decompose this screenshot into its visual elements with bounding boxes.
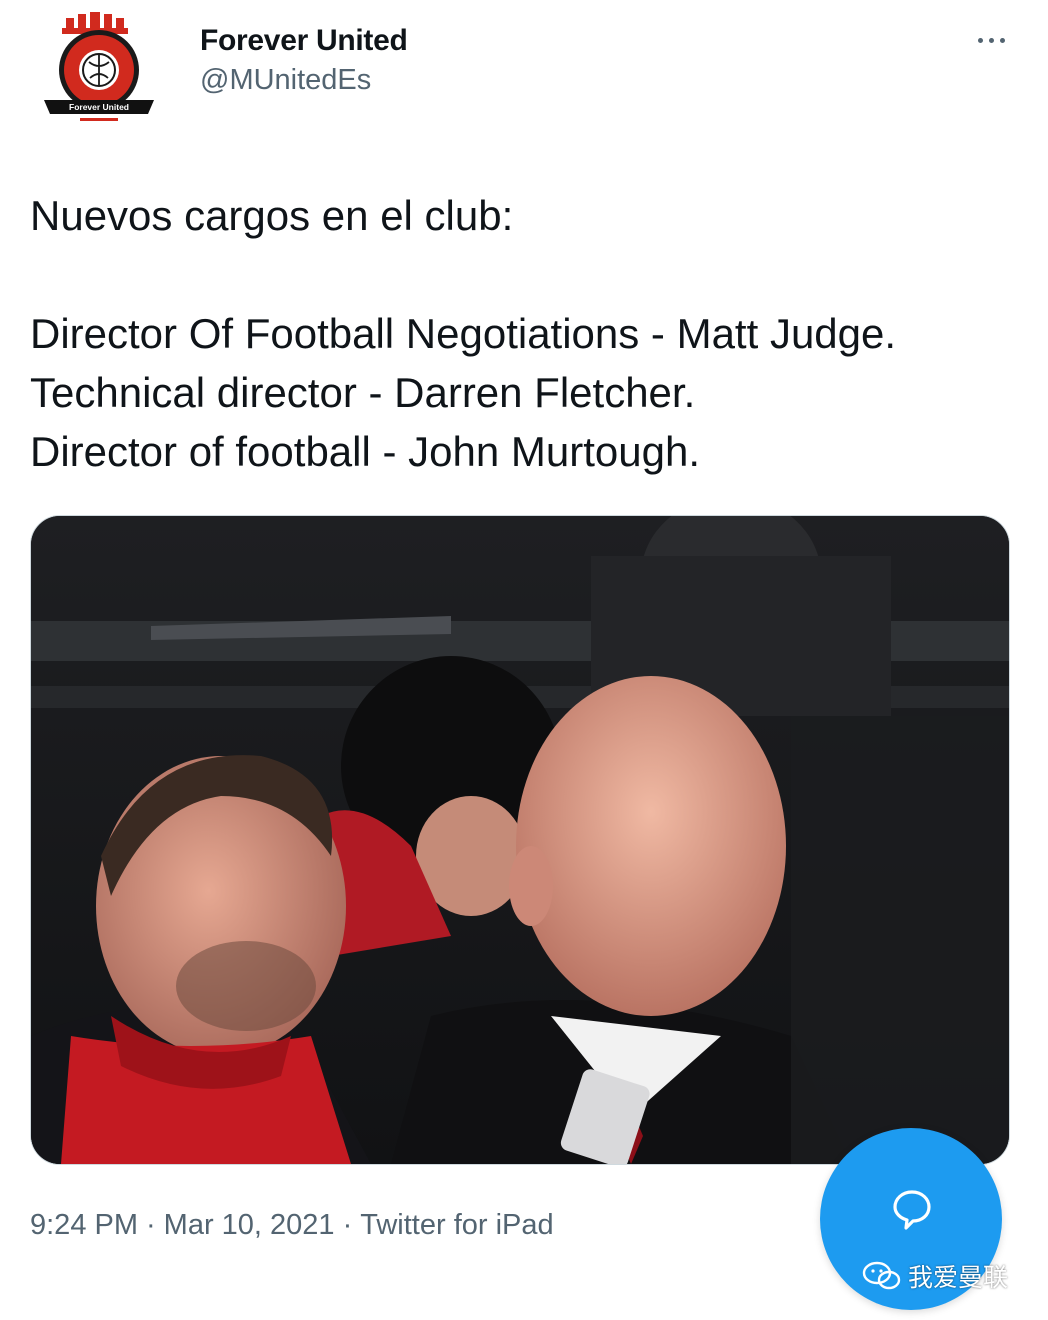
more-options-button[interactable] <box>972 24 1012 54</box>
tweet-photo[interactable] <box>30 515 1010 1165</box>
more-dots-icon <box>1000 38 1005 43</box>
tweet-time[interactable]: 9:24 PM <box>30 1209 138 1241</box>
tweet-source[interactable]: Twitter for iPad <box>360 1209 553 1241</box>
meta-separator: · <box>146 1209 156 1241</box>
display-name[interactable]: Forever United <box>200 24 408 58</box>
avatar[interactable]: Forever United <box>40 10 158 128</box>
avatar-banner-text: Forever United <box>69 102 129 112</box>
photo-scene <box>31 516 1009 1164</box>
meta-separator: · <box>342 1209 353 1241</box>
more-dots-icon <box>978 38 983 43</box>
more-dots-icon <box>989 38 994 43</box>
user-handle[interactable]: @MUnitedEs <box>200 64 371 97</box>
forever-united-crest-icon: Forever United <box>44 12 154 121</box>
tweet-text: Nuevos cargos en el club: Director Of Fo… <box>30 192 897 475</box>
compose-reply-icon <box>893 1190 931 1230</box>
watermark: 我爱曼联 <box>862 1258 1008 1294</box>
watermark-text: 我爱曼联 <box>908 1264 1009 1292</box>
tweet-meta: 9:24 PM · Mar 10, 2021 · Twitter for iPad <box>30 1209 554 1242</box>
tweet-date[interactable]: Mar 10, 2021 <box>164 1209 335 1241</box>
wechat-icon <box>862 1261 901 1290</box>
